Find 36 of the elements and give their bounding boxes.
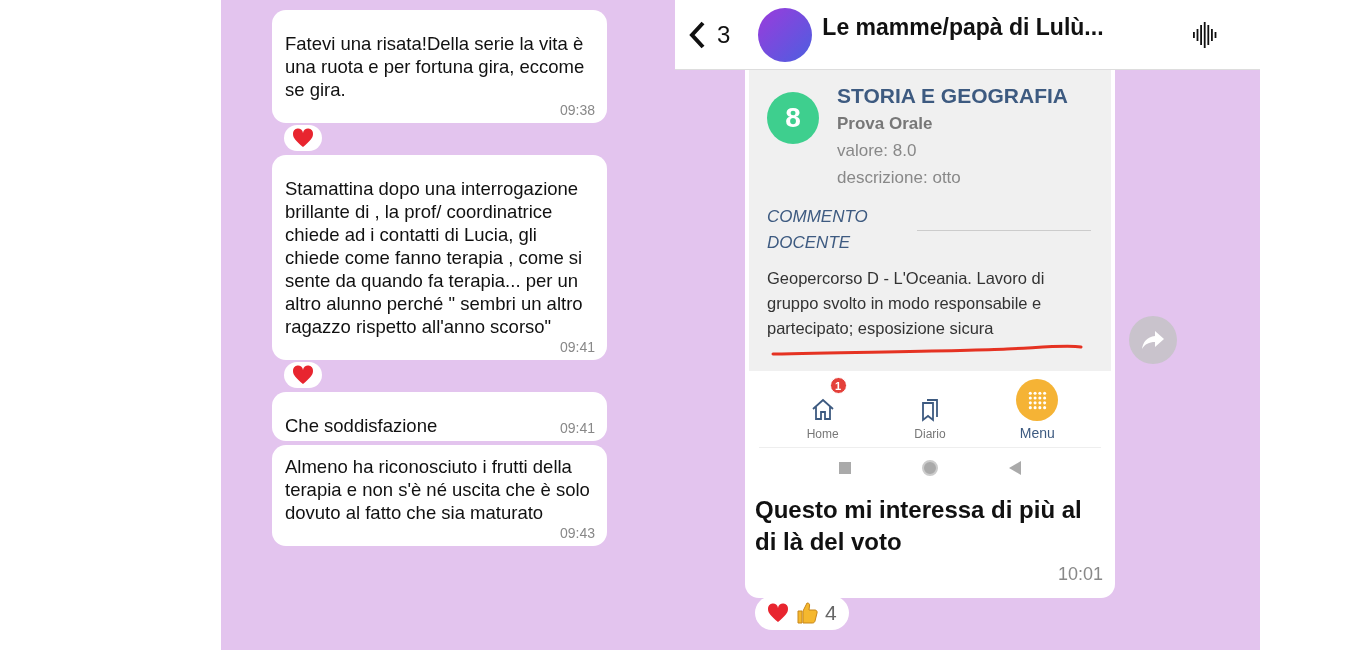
message-text: Almeno ha riconosciuto i frutti della terapia e non s'è né uscita che è solo dovuto al fatto che sia maturato (285, 455, 591, 524)
message-text: Che soddisfazione (285, 414, 438, 437)
message-text: Stamattina dopo una interrogazione brillante di , la prof/ coordinatrice chiede ad i contatti di Lucia, gli chiede come fanno terapia , come si sente da quando fa terapia... per un altro alunno perché " sembri un altro ragazzo rispetto all'anno scorso" (285, 177, 584, 338)
message-time: 09:38 (558, 101, 595, 119)
subject-title: STORIA E GEOGRAFIA (837, 84, 1069, 108)
teacher-comment: Geopercorso D - L'Oceania. Lavoro di gruppo svolto in modo responsabile e partecipato; esposizione sicura (767, 268, 1046, 339)
message-time: 10:01 (1057, 563, 1103, 586)
message-time: 09:41 (558, 338, 595, 356)
nav-tab[interactable]: Menu (997, 379, 1078, 441)
message-text: Fatevi una risata!Della serie la vita è una ruota e per fortuna gira, eccome se gira. (285, 32, 586, 101)
comment-heading: COMMENTO DOCENTE (767, 206, 869, 254)
reaction-pill[interactable] (284, 362, 322, 388)
forward-icon (1141, 330, 1165, 350)
message-time: 09:41 (558, 419, 595, 437)
grade-description: descrizione: otto (837, 168, 962, 188)
unread-count: 3 (717, 20, 731, 49)
menu-icon (1015, 379, 1060, 421)
back-triangle-icon[interactable] (1009, 461, 1021, 475)
test-type: Prova Orale (837, 114, 934, 134)
back-icon[interactable] (687, 19, 707, 50)
chat-title[interactable]: Le mamme/papà di Lulù... (822, 14, 1180, 41)
grade-badge: 8 (767, 92, 819, 144)
grade-value: valore: 8.0 (837, 141, 918, 161)
message-time: 09:43 (558, 524, 595, 542)
heart-icon (292, 128, 314, 148)
heart-icon (767, 603, 789, 623)
heart-icon (292, 365, 314, 385)
reaction-pill[interactable]: 4 (755, 596, 849, 630)
message-text: Questo mi interessa di più al di là del voto (755, 495, 1083, 557)
nav-tab[interactable]: Diario (890, 379, 970, 441)
reaction-pill[interactable] (284, 125, 322, 151)
reaction-count: 4 (825, 601, 837, 625)
notification-badge: 1 (829, 377, 847, 394)
nav-tab[interactable]: 1 Home (782, 379, 863, 441)
home-button-icon[interactable] (921, 459, 939, 477)
thumbs-up-icon (795, 601, 819, 625)
